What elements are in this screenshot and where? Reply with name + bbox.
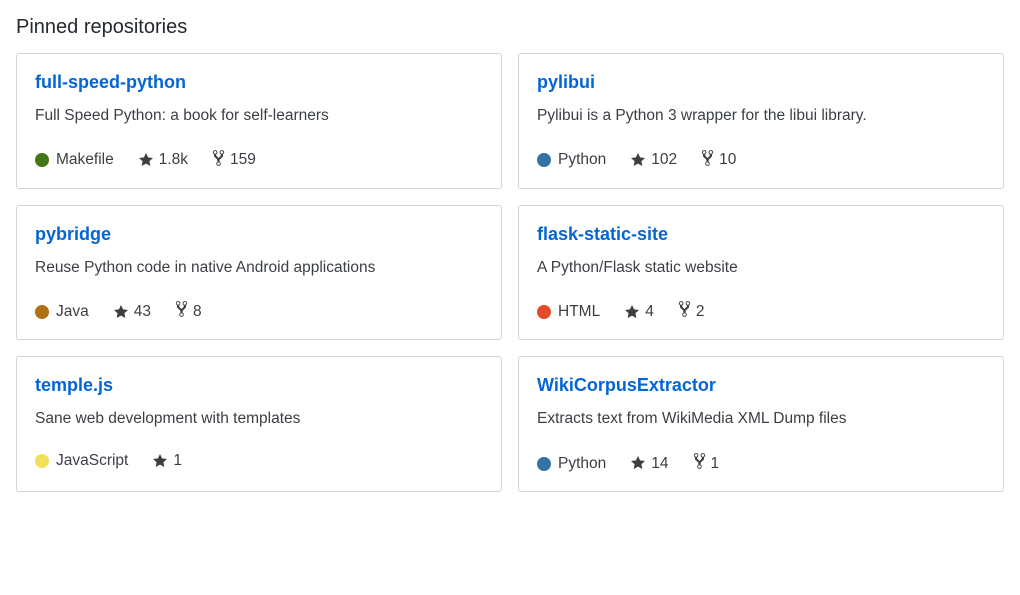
forks-link[interactable]: 8 [175,300,202,323]
star-icon [138,151,154,169]
fork-icon [701,149,714,172]
language-label: Python [558,455,606,473]
fork-count: 8 [193,303,202,321]
repo-description: A Python/Flask static website [537,257,985,279]
repo-card: WikiCorpusExtractor Extracts text from Wi… [518,356,1004,492]
section-title: Pinned repositories [16,16,1004,39]
fork-count: 2 [696,303,705,321]
star-count: 14 [651,455,668,473]
repo-description: Reuse Python code in native Android appl… [35,257,483,279]
repo-language: JavaScript [35,452,128,470]
repo-card: flask-static-site A Python/Flask static w… [518,205,1004,341]
fork-icon [693,452,706,475]
repo-name-link[interactable]: flask-static-site [537,224,668,245]
language-label: Java [56,303,89,321]
repo-meta: Python 102 10 [537,149,985,172]
stargazers-link[interactable]: 1 [152,452,182,470]
star-count: 43 [134,303,151,321]
language-color-dot [537,153,551,167]
language-color-dot [537,305,551,319]
star-icon [630,151,646,169]
star-count: 1 [173,452,182,470]
stargazers-link[interactable]: 14 [630,455,668,473]
repo-language: Python [537,455,606,473]
repo-card: pylibui Pylibui is a Python 3 wrapper for… [518,53,1004,189]
stargazers-link[interactable]: 102 [630,151,677,169]
repo-meta: JavaScript 1 [35,452,483,470]
repo-meta: Makefile 1.8k 159 [35,149,483,172]
repo-card: full-speed-python Full Speed Python: a bo… [16,53,502,189]
repo-description: Extracts text from WikiMedia XML Dump fi… [537,408,985,430]
star-icon [113,303,129,321]
repo-name-link[interactable]: pybridge [35,224,111,245]
language-color-dot [35,305,49,319]
repo-language: Makefile [35,151,114,169]
forks-link[interactable]: 2 [678,300,705,323]
repo-description: Full Speed Python: a book for self-learn… [35,105,483,127]
stargazers-link[interactable]: 1.8k [138,151,188,169]
repo-name-link[interactable]: WikiCorpusExtractor [537,375,716,396]
repo-meta: Python 14 1 [537,452,985,475]
stargazers-link[interactable]: 43 [113,303,151,321]
star-count: 102 [651,151,677,169]
repo-card: temple.js Sane web development with templ… [16,356,502,492]
language-color-dot [537,457,551,471]
pinned-repo-grid: full-speed-python Full Speed Python: a bo… [16,53,1004,492]
forks-link[interactable]: 1 [693,452,720,475]
repo-name-link[interactable]: pylibui [537,72,595,93]
language-label: JavaScript [56,452,128,470]
repo-meta: HTML 4 2 [537,300,985,323]
stargazers-link[interactable]: 4 [624,303,654,321]
repo-language: Python [537,151,606,169]
fork-count: 159 [230,151,256,169]
repo-language: HTML [537,303,600,321]
fork-icon [678,300,691,323]
fork-icon [175,300,188,323]
forks-link[interactable]: 159 [212,149,256,172]
language-label: Python [558,151,606,169]
fork-icon [212,149,225,172]
language-label: Makefile [56,151,114,169]
star-icon [152,452,168,470]
language-label: HTML [558,303,600,321]
repo-name-link[interactable]: temple.js [35,375,113,396]
star-count: 1.8k [159,151,188,169]
star-icon [624,303,640,321]
star-icon [630,455,646,473]
star-count: 4 [645,303,654,321]
language-color-dot [35,153,49,167]
fork-count: 1 [711,455,720,473]
repo-name-link[interactable]: full-speed-python [35,72,186,93]
fork-count: 10 [719,151,736,169]
forks-link[interactable]: 10 [701,149,736,172]
repo-card: pybridge Reuse Python code in native Andr… [16,205,502,341]
repo-language: Java [35,303,89,321]
repo-description: Sane web development with templates [35,408,483,430]
repo-meta: Java 43 8 [35,300,483,323]
language-color-dot [35,454,49,468]
repo-description: Pylibui is a Python 3 wrapper for the li… [537,105,985,127]
